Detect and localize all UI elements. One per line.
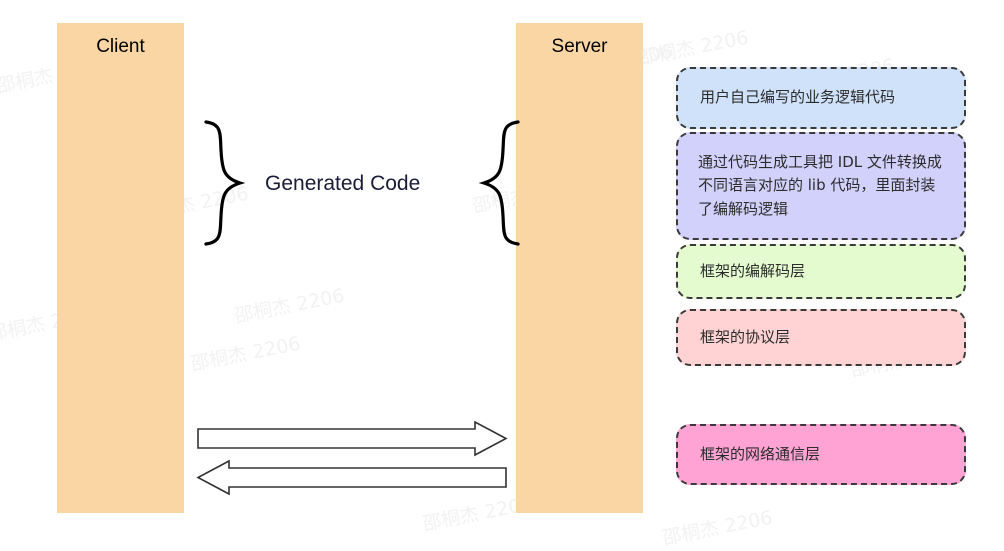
watermark: 邵桐杰 2206 <box>636 26 751 70</box>
note-text: 用户自己编写的业务逻辑代码 <box>700 88 896 107</box>
server-column: Server <box>516 23 643 513</box>
note-text: 框架的网络通信层 <box>700 444 821 463</box>
note-text: 框架的协议层 <box>700 327 791 346</box>
watermark: 邵桐杰 2206 <box>660 506 775 550</box>
server-title: Server <box>551 36 608 57</box>
response-arrow-server-to-client <box>196 459 507 496</box>
request-arrow-client-to-server <box>197 421 508 457</box>
watermark: 邵桐杰 2206 <box>188 332 303 376</box>
left-brace-icon <box>204 120 246 246</box>
note-codec-layer[interactable]: 框架的编解码层 <box>676 244 966 299</box>
note-business-logic-code[interactable]: 用户自己编写的业务逻辑代码 <box>676 67 966 129</box>
note-text: 框架的编解码层 <box>700 261 806 280</box>
note-generated-lib-code[interactable]: 通过代码生成工具把 IDL 文件转换成不同语言对应的 lib 代码，里面封装了编… <box>676 132 966 240</box>
note-text: 通过代码生成工具把 IDL 文件转换成不同语言对应的 lib 代码，里面封装了编… <box>698 153 942 218</box>
watermark: 邵桐杰 2206 <box>232 284 347 328</box>
client-column: Client <box>57 23 184 513</box>
generated-code-label: Generated Code <box>265 172 421 195</box>
client-title: Client <box>96 36 145 57</box>
right-brace-icon <box>478 120 520 246</box>
note-network-layer[interactable]: 框架的网络通信层 <box>676 424 966 485</box>
note-protocol-layer[interactable]: 框架的协议层 <box>676 309 966 366</box>
